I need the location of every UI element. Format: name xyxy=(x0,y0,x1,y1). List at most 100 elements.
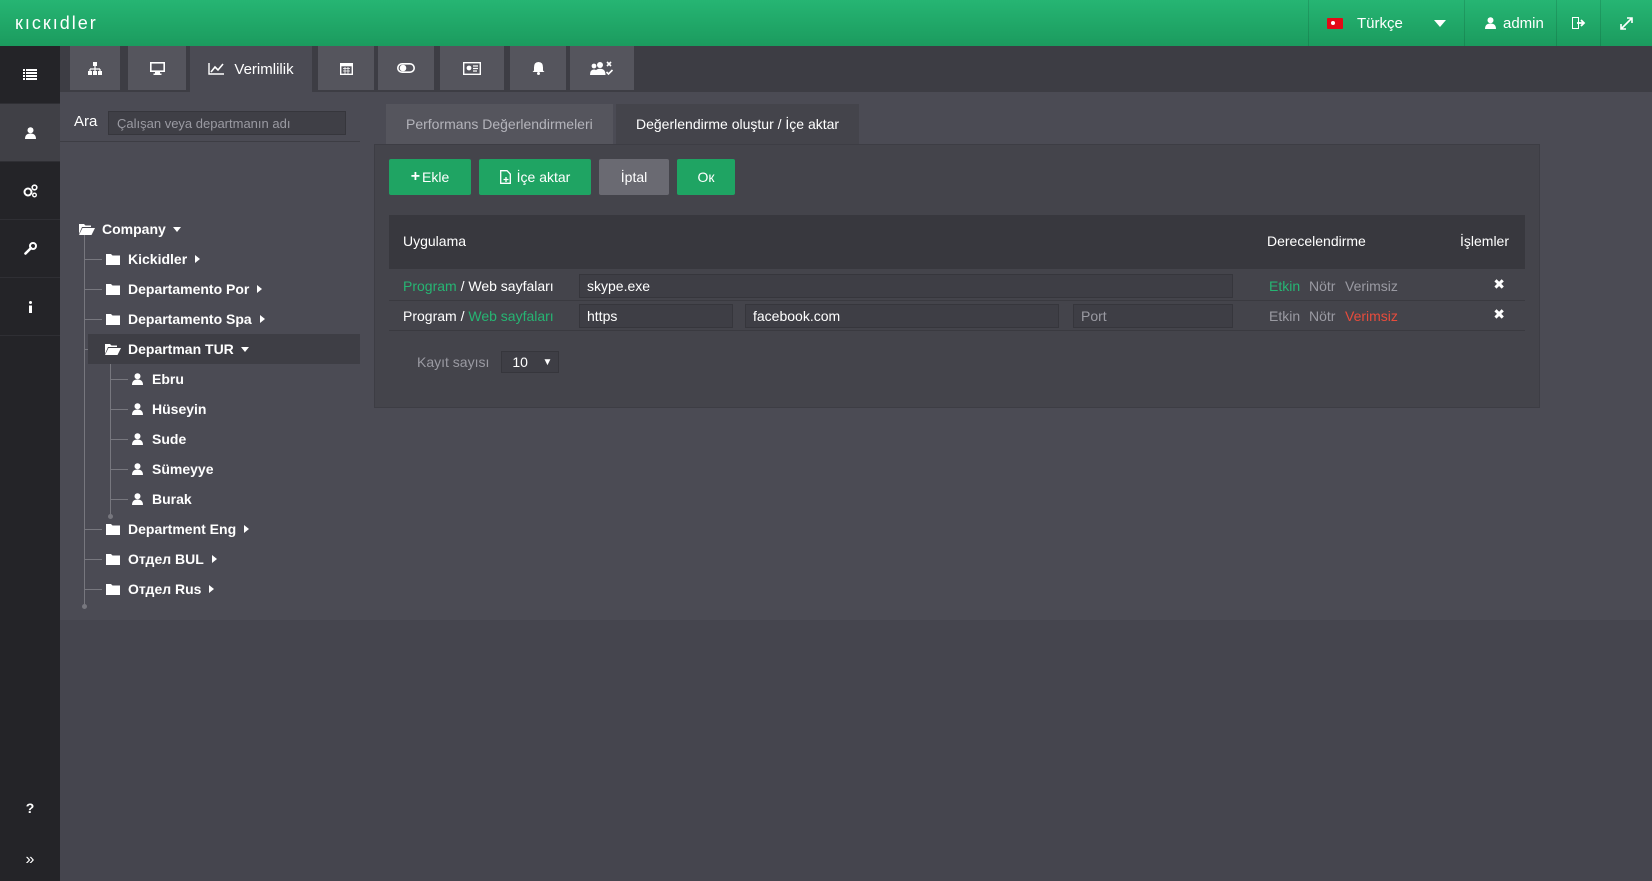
monitor-icon xyxy=(149,61,165,75)
content-background xyxy=(60,620,1652,881)
tree-node-label: Department Eng xyxy=(128,521,237,537)
tree-line xyxy=(84,589,102,590)
rating-neutral[interactable]: Nötr xyxy=(1309,278,1335,294)
type-program-link[interactable]: Program xyxy=(403,278,457,294)
tree-department-bul[interactable]: Отдел BUL xyxy=(104,544,217,574)
application-name-input[interactable]: skype.exe xyxy=(579,274,1233,298)
tree-department-eng[interactable]: Department Eng xyxy=(104,514,250,544)
tree-department-rus[interactable]: Отдел Rus xyxy=(104,574,215,604)
tree-root-company[interactable]: Company xyxy=(78,214,181,244)
caret-right-icon xyxy=(195,255,201,263)
rating-effective[interactable]: Etkin xyxy=(1269,308,1300,324)
domain-input[interactable]: facebook.com xyxy=(745,304,1059,328)
chevron-down-icon: ▼ xyxy=(542,357,553,368)
sidebar-item-list[interactable] xyxy=(0,46,60,104)
tree-employee-burak[interactable]: Burak xyxy=(128,484,192,514)
cancel-button[interactable]: İptal xyxy=(599,159,669,195)
delete-row-icon[interactable]: ✖ xyxy=(1493,276,1505,293)
tool-id-card[interactable] xyxy=(440,46,504,90)
language-label: Türkçe xyxy=(1357,14,1403,32)
folder-icon xyxy=(106,283,120,295)
user-icon xyxy=(1485,17,1496,29)
employee-tree-panel: Ara Company Kickidler Departamento Por D… xyxy=(60,104,360,620)
tree-employee-sude[interactable]: Sude xyxy=(128,424,186,454)
review-editor-panel: + Ekle İçe aktar İptal Ок Uygulama Derec… xyxy=(374,144,1540,408)
logout-button[interactable] xyxy=(1556,0,1600,46)
tree-line xyxy=(84,319,102,320)
sidebar-item-info[interactable] xyxy=(0,278,60,336)
tree-node-label: Ebru xyxy=(152,371,184,387)
language-selector[interactable]: Türkçe xyxy=(1308,0,1464,46)
tree-search-row: Ara xyxy=(60,104,360,142)
tree-department-spa[interactable]: Departamento Spa xyxy=(104,304,265,334)
tree-node-label: Departamento Por xyxy=(128,281,250,297)
port-input[interactable]: Port xyxy=(1073,304,1233,328)
folder-icon xyxy=(106,313,120,325)
rating-effective[interactable]: Etkin xyxy=(1269,278,1300,294)
tree-node-label: Departman TUR xyxy=(128,341,234,357)
tree-line xyxy=(110,364,111,517)
type-program-link[interactable]: Program xyxy=(403,308,457,324)
sidebar-item-tools[interactable] xyxy=(0,220,60,278)
caret-down-icon xyxy=(240,346,249,352)
user-icon xyxy=(131,493,143,505)
column-header-app: Uygulama xyxy=(403,233,467,249)
sidebar-item-settings[interactable] xyxy=(0,162,60,220)
tab-create-import-review[interactable]: Değerlendirme oluştur / İçe aktar xyxy=(616,104,860,144)
tree-node-label: Company xyxy=(102,221,166,237)
search-input[interactable] xyxy=(108,111,346,135)
add-button[interactable]: + Ekle xyxy=(389,159,471,195)
tree-employee-sumeyye[interactable]: Sümeyye xyxy=(128,454,213,484)
type-web-link[interactable]: Web sayfaları xyxy=(468,308,553,324)
tree-node-label: Sümeyye xyxy=(152,461,214,477)
table-row: Program / Web sayfaları https facebook.c… xyxy=(389,301,1525,331)
records-per-page-value: 10 xyxy=(512,354,528,370)
fullscreen-button[interactable] xyxy=(1600,0,1652,46)
wrench-icon xyxy=(23,242,37,255)
expand-sidebar-button[interactable]: » xyxy=(0,851,60,869)
tree-employee-ebru[interactable]: Ebru xyxy=(128,364,184,394)
tool-toggle[interactable] xyxy=(378,46,434,90)
rating-neutral[interactable]: Nötr xyxy=(1309,308,1335,324)
table-row: Program / Web sayfaları skype.exe Etkin … xyxy=(389,271,1525,301)
tool-calendar[interactable] xyxy=(318,46,374,90)
tree-department-kickidler[interactable]: Kickidler xyxy=(104,244,201,274)
tree-node-label: Departamento Spa xyxy=(128,311,252,327)
id-card-icon xyxy=(463,61,481,75)
folder-icon xyxy=(106,583,120,595)
tree-node-label: Burak xyxy=(152,491,192,507)
tool-notifications[interactable] xyxy=(510,46,566,90)
protocol-input[interactable]: https xyxy=(579,304,733,328)
tree-department-por[interactable]: Departamento Por xyxy=(104,274,263,304)
tab-verimlilik[interactable]: Verimlilik xyxy=(190,46,312,92)
caret-down-icon xyxy=(172,226,181,232)
type-web-link[interactable]: Web sayfaları xyxy=(468,278,553,294)
caret-right-icon xyxy=(259,315,265,323)
user-icon xyxy=(131,463,143,475)
rating-unproductive[interactable]: Verimsiz xyxy=(1345,308,1398,324)
delete-row-icon[interactable]: ✖ xyxy=(1493,306,1505,323)
tree-employee-huseyin[interactable]: Hüseyin xyxy=(128,394,206,424)
tool-user-management[interactable] xyxy=(570,46,634,90)
help-button[interactable]: ? xyxy=(0,800,60,816)
tree-node-label: Sude xyxy=(152,431,187,447)
user-menu[interactable]: admin xyxy=(1464,0,1556,46)
records-per-page-select[interactable]: 10 ▼ xyxy=(501,351,560,373)
tree-node-label: Hüseyin xyxy=(152,401,207,417)
ok-button[interactable]: Ок xyxy=(677,159,735,195)
import-button[interactable]: İçe aktar xyxy=(479,159,591,195)
rating-unproductive[interactable]: Verimsiz xyxy=(1345,278,1398,294)
sidebar-item-employees[interactable] xyxy=(0,104,60,162)
tool-structure[interactable] xyxy=(70,46,120,90)
tool-monitor[interactable] xyxy=(128,46,186,90)
users-check-icon xyxy=(590,60,614,75)
tree-line xyxy=(110,469,128,470)
tree-line xyxy=(84,289,102,290)
kickidler-logo[interactable]: кıcкıdler xyxy=(15,13,98,34)
tab-performance-reviews[interactable]: Performans Değerlendirmeleri xyxy=(386,104,613,144)
folder-icon xyxy=(106,553,120,565)
tree-line-end xyxy=(82,604,87,609)
toggle-icon xyxy=(397,63,415,73)
caret-right-icon xyxy=(244,525,250,533)
tree-department-tur[interactable]: Departman TUR xyxy=(88,334,360,364)
